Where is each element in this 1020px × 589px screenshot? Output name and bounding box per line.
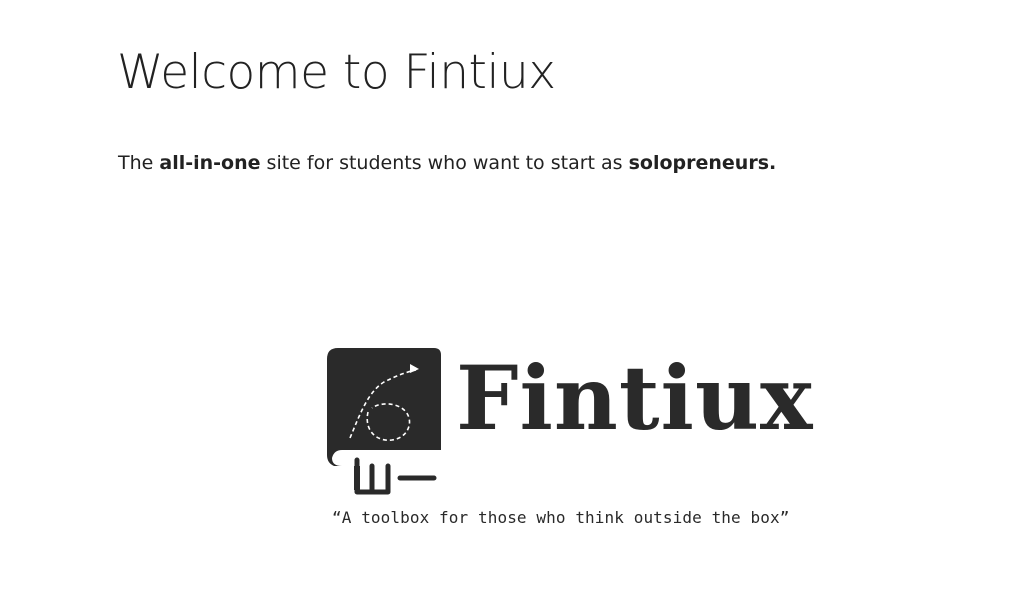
intro-text-part: The <box>118 152 160 174</box>
intro-text: The all-in-one site for students who wan… <box>118 151 776 176</box>
fintiux-logo: Fintiux “A toolbox for those who think o… <box>320 342 840 542</box>
book-with-dashed-arrow-icon <box>327 348 441 495</box>
intro-emphasis-all-in-one: all-in-one <box>159 152 261 174</box>
brand-tagline: “A toolbox for those who think outside t… <box>332 508 790 527</box>
brand-name: Fintiux <box>456 346 814 450</box>
page-title: Welcome to Fintiux <box>117 45 556 100</box>
intro-emphasis-solopreneurs: solopreneurs. <box>628 152 777 174</box>
intro-text-part: site for students who want to start as <box>260 152 629 174</box>
